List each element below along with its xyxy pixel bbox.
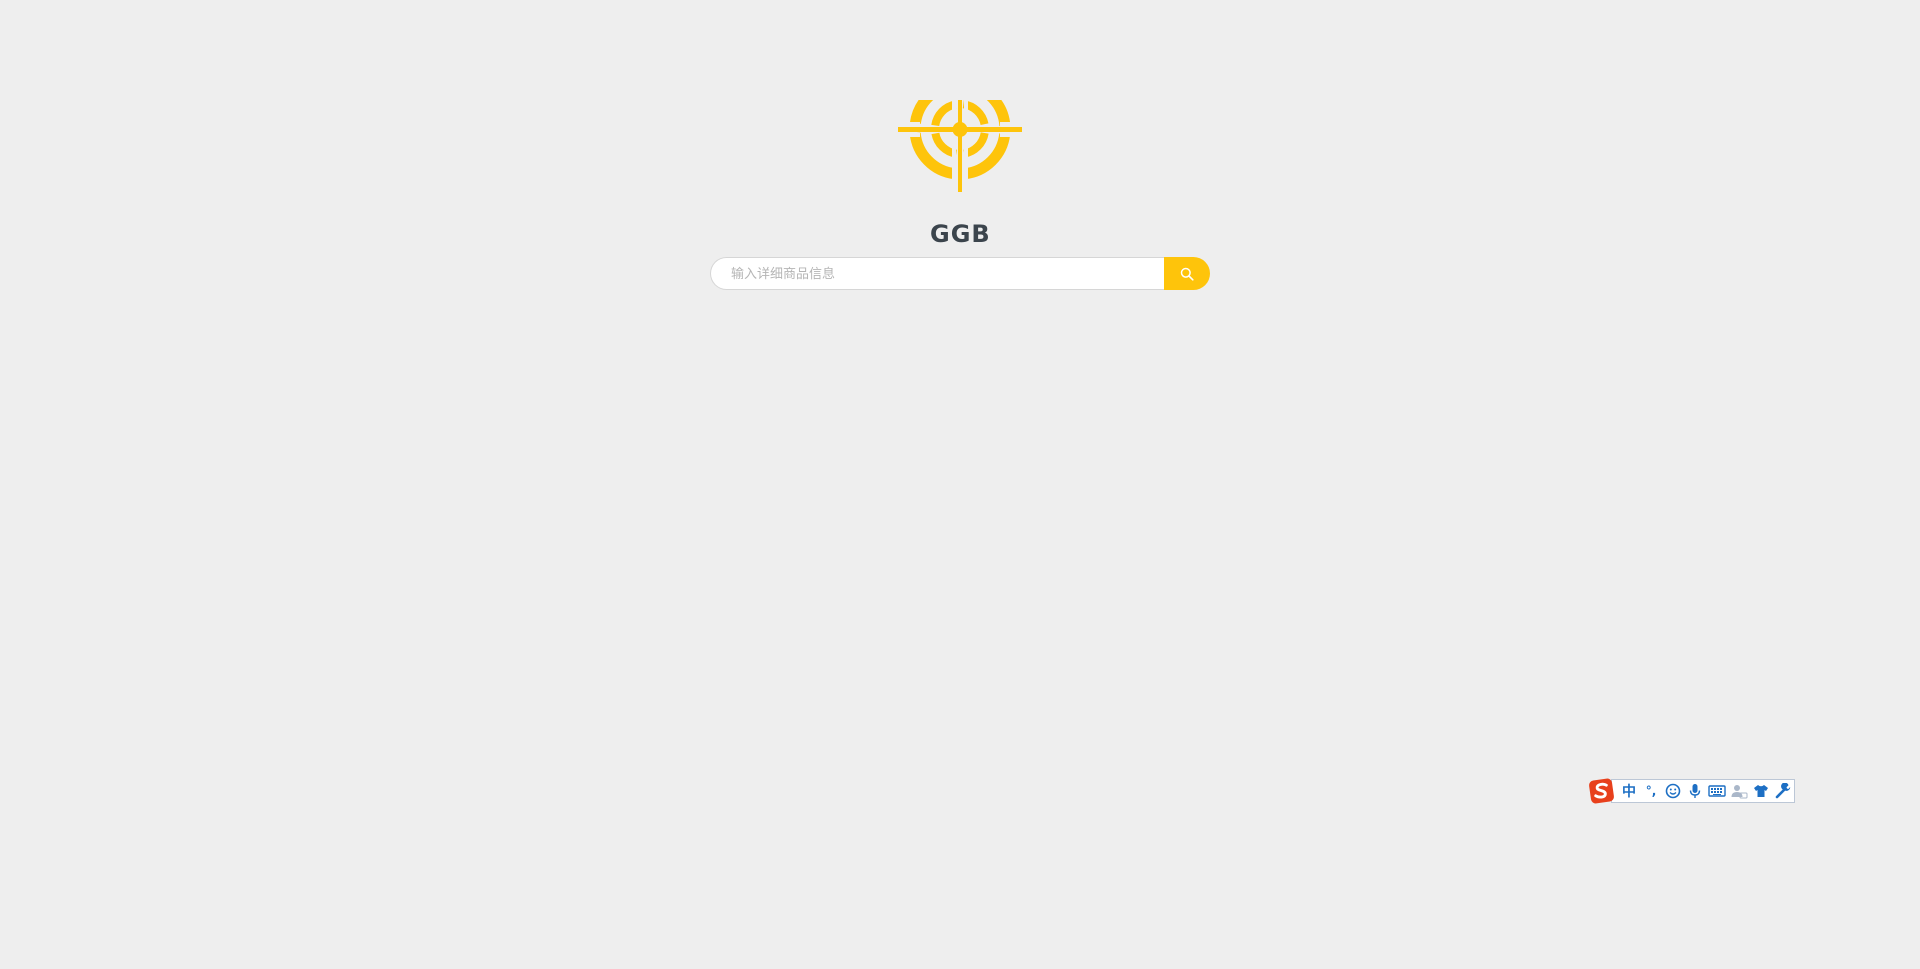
search-icon <box>1180 267 1194 281</box>
search-bar <box>710 257 1210 290</box>
ime-punctuation-toggle[interactable]: °, <box>1640 780 1662 802</box>
keyboard-icon[interactable] <box>1706 780 1728 802</box>
ime-tray: 中 °, <box>1611 779 1795 803</box>
microphone-icon[interactable] <box>1684 780 1706 802</box>
ime-mode-toggle[interactable]: 中 <box>1618 780 1640 802</box>
user-icon[interactable] <box>1728 780 1750 802</box>
emoji-icon[interactable] <box>1662 780 1684 802</box>
settings-wrench-icon[interactable] <box>1772 780 1794 802</box>
search-input[interactable] <box>710 257 1164 290</box>
brand-wordmark: GGB <box>930 220 991 248</box>
ime-toolbar: 中 °, <box>1588 778 1795 804</box>
crosshair-target-icon <box>898 100 1022 192</box>
skin-shirt-icon[interactable] <box>1750 780 1772 802</box>
search-home-page: GGB 中 °, <box>0 0 1920 969</box>
search-button[interactable] <box>1164 257 1210 290</box>
sogou-logo-icon[interactable] <box>1588 777 1615 805</box>
